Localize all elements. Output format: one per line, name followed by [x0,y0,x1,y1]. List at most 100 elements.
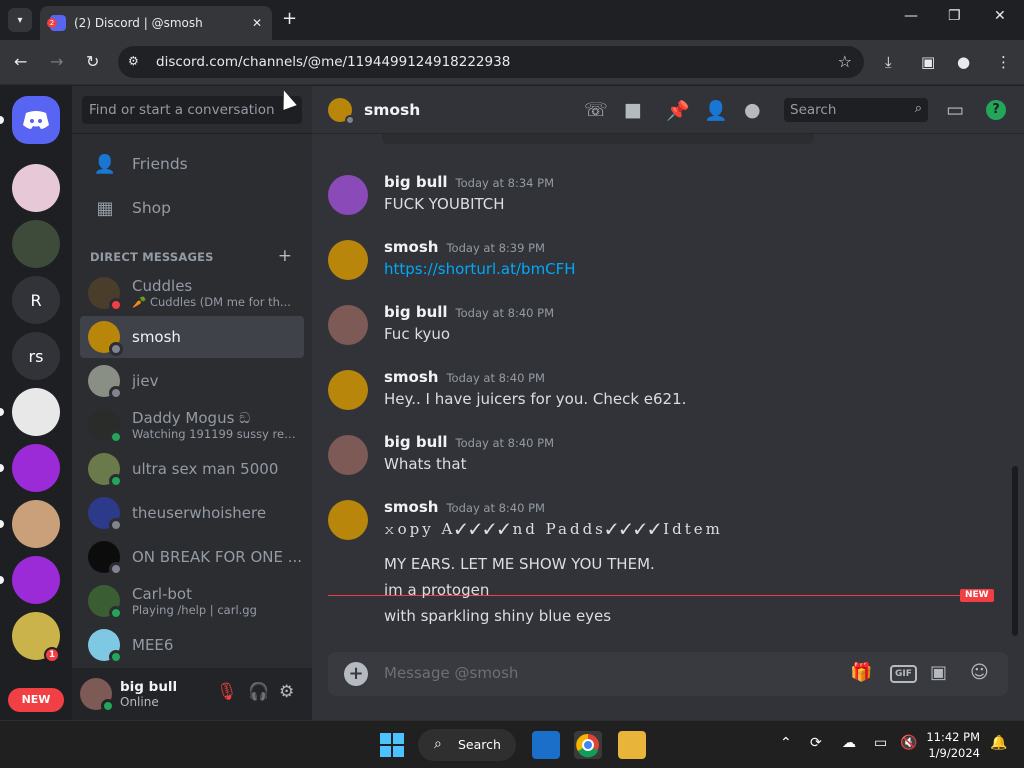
edge-icon[interactable] [532,731,560,759]
close-window-button[interactable]: ✕ [994,8,1006,24]
restore-button[interactable]: ❐ [948,8,961,24]
gift-icon[interactable]: 🎁 [850,662,872,683]
author-avatar[interactable] [328,435,368,475]
offline-status-icon [109,386,123,400]
message-text: Whats that [384,455,467,473]
scrolled-embed-edge [382,134,814,144]
server-icon-photo[interactable] [12,500,60,548]
chrome-icon[interactable] [574,731,602,759]
dm-item-carl-bot[interactable]: Carl-bot Playing /help | carl.gg [80,580,304,622]
sync-icon[interactable]: ⟳ [810,735,822,751]
profile-icon[interactable]: ● [957,53,970,71]
reload-icon[interactable]: ↻ [86,52,99,71]
file-explorer-icon[interactable] [618,731,646,759]
help-icon[interactable]: ? [986,100,1006,120]
inbox-icon[interactable]: ▭ [946,99,964,121]
voice-call-icon[interactable]: ☏ [584,99,608,121]
online-status-icon [109,650,123,664]
taskbar-clock[interactable]: 11:42 PM 1/9/2024 [918,729,980,761]
create-dm-button[interactable]: + [278,246,292,266]
author-name[interactable]: big bull [384,303,448,321]
new-tab-button[interactable]: + [282,8,297,29]
volume-icon[interactable]: 🔇 [900,735,917,751]
pinned-messages-icon[interactable]: 📌 [666,99,690,122]
message-composer[interactable]: + Message @smosh 🎁 GIF ▣ ☺ [328,652,1008,696]
server-icon-film-2[interactable] [12,556,60,604]
dm-sidebar: Find or start a conversation 👤 Friends ▦… [72,86,312,720]
author-name[interactable]: smosh [384,238,438,256]
author-avatar[interactable] [328,240,368,280]
channel-avatar[interactable] [328,97,355,125]
dm-item-smosh[interactable]: smosh [80,316,304,358]
download-icon[interactable]: ⤓ [885,53,892,71]
headphones-icon[interactable]: 🎧 [248,682,269,702]
user-profile-icon[interactable]: ● [744,99,761,121]
author-avatar[interactable] [328,370,368,410]
avatar [88,321,123,356]
message-link[interactable]: https://shorturl.at/bmCFH [384,260,576,278]
gif-button[interactable]: GIF [890,665,917,683]
tray-chevron-icon[interactable]: ⌃ [780,735,792,751]
server-rail: R rs 1 NEW [0,86,72,720]
side-panel-icon[interactable]: ▣ [921,53,935,71]
server-icon-r[interactable]: R [12,276,60,324]
new-unreads-pill[interactable]: NEW [8,688,64,712]
direct-messages-home-button[interactable] [12,96,60,144]
windows-start-icon[interactable] [380,733,404,757]
author-name[interactable]: smosh [384,498,438,516]
server-icon-anime[interactable] [12,164,60,212]
dm-activity: 🥕 Cuddles (DM me for th... [132,295,291,309]
add-friends-icon[interactable]: 👤 [704,99,728,122]
message-continuation: with sparkling shiny blue eyes [384,607,612,625]
site-info-icon[interactable]: ⚙ [128,54,144,70]
author-name[interactable]: big bull [384,433,448,451]
avatar [88,277,123,312]
dm-item-cuddles[interactable]: Cuddles 🥕 Cuddles (DM me for th... [80,272,304,314]
shop-nav-item[interactable]: ▦ Shop [80,187,304,229]
network-icon[interactable]: ▭ [874,735,887,751]
minimize-button[interactable]: — [904,8,918,24]
server-icon-film[interactable] [12,444,60,492]
dm-item-theuserwhoishere[interactable]: theuserwhoishere [80,492,304,534]
tab-close-icon[interactable]: ✕ [252,16,262,30]
message-input[interactable]: Message @smosh [384,664,518,682]
new-messages-badge: NEW [960,589,994,602]
server-icon-rs[interactable]: rs [12,332,60,380]
address-bar[interactable]: ⚙ discord.com/channels/@me/1194499124918… [118,46,864,78]
browser-tab-active[interactable]: (2) Discord | @smosh ✕ [40,6,272,40]
chat-scrollbar[interactable] [1012,466,1018,636]
friends-nav-item[interactable]: 👤 Friends [80,143,304,185]
server-icon-emblem[interactable] [12,220,60,268]
author-avatar[interactable] [328,500,368,540]
dm-item-jiev[interactable]: jiev [80,360,304,402]
bookmark-star-icon[interactable]: ☆ [838,52,852,71]
video-call-icon[interactable]: ■ [624,99,642,121]
dm-activity: Watching 191199 sussy refere... [132,427,296,441]
back-arrow-icon[interactable]: ← [14,52,27,71]
mute-microphone-icon[interactable]: 🎙 [216,682,238,702]
dm-item-daddy-mogus[interactable]: Daddy Mogus ඞWatching 191199 sussy refer… [80,404,304,446]
notification-bell-icon[interactable]: 🔔 [990,735,1007,751]
find-conversation-button[interactable]: Find or start a conversation [82,96,302,124]
dm-item-on-break[interactable]: ON BREAK FOR ONE ... [80,536,304,578]
forward-arrow-icon[interactable]: → [50,52,63,71]
attach-plus-icon[interactable]: + [344,662,368,686]
author-avatar[interactable] [328,305,368,345]
dm-item-mee6[interactable]: MEE6 [80,624,304,666]
onedrive-icon[interactable]: ☁ [842,735,856,751]
chat-search-input[interactable]: Search ⌕ [784,98,928,122]
server-icon-cool[interactable] [12,388,60,436]
author-avatar[interactable] [328,175,368,215]
user-avatar[interactable] [80,678,115,713]
sticker-icon[interactable]: ▣ [930,662,947,683]
user-settings-gear-icon[interactable]: ⚙ [279,682,294,702]
author-name[interactable]: smosh [384,368,438,386]
message-list: big bull Today at 8:34 PM FUCK YOUBITCH s… [312,134,1012,654]
chrome-menu-icon[interactable]: ⋮ [996,53,1011,71]
dm-item-ultra-sex-man[interactable]: ultra sex man 5000 [80,448,304,490]
taskbar-search-button[interactable]: ⌕ Search [418,729,516,761]
tab-search-chevron-icon[interactable]: ▾ [8,8,32,32]
discord-favicon-icon [47,15,66,31]
emoji-icon[interactable]: ☺ [970,662,989,683]
author-name[interactable]: big bull [384,173,448,191]
